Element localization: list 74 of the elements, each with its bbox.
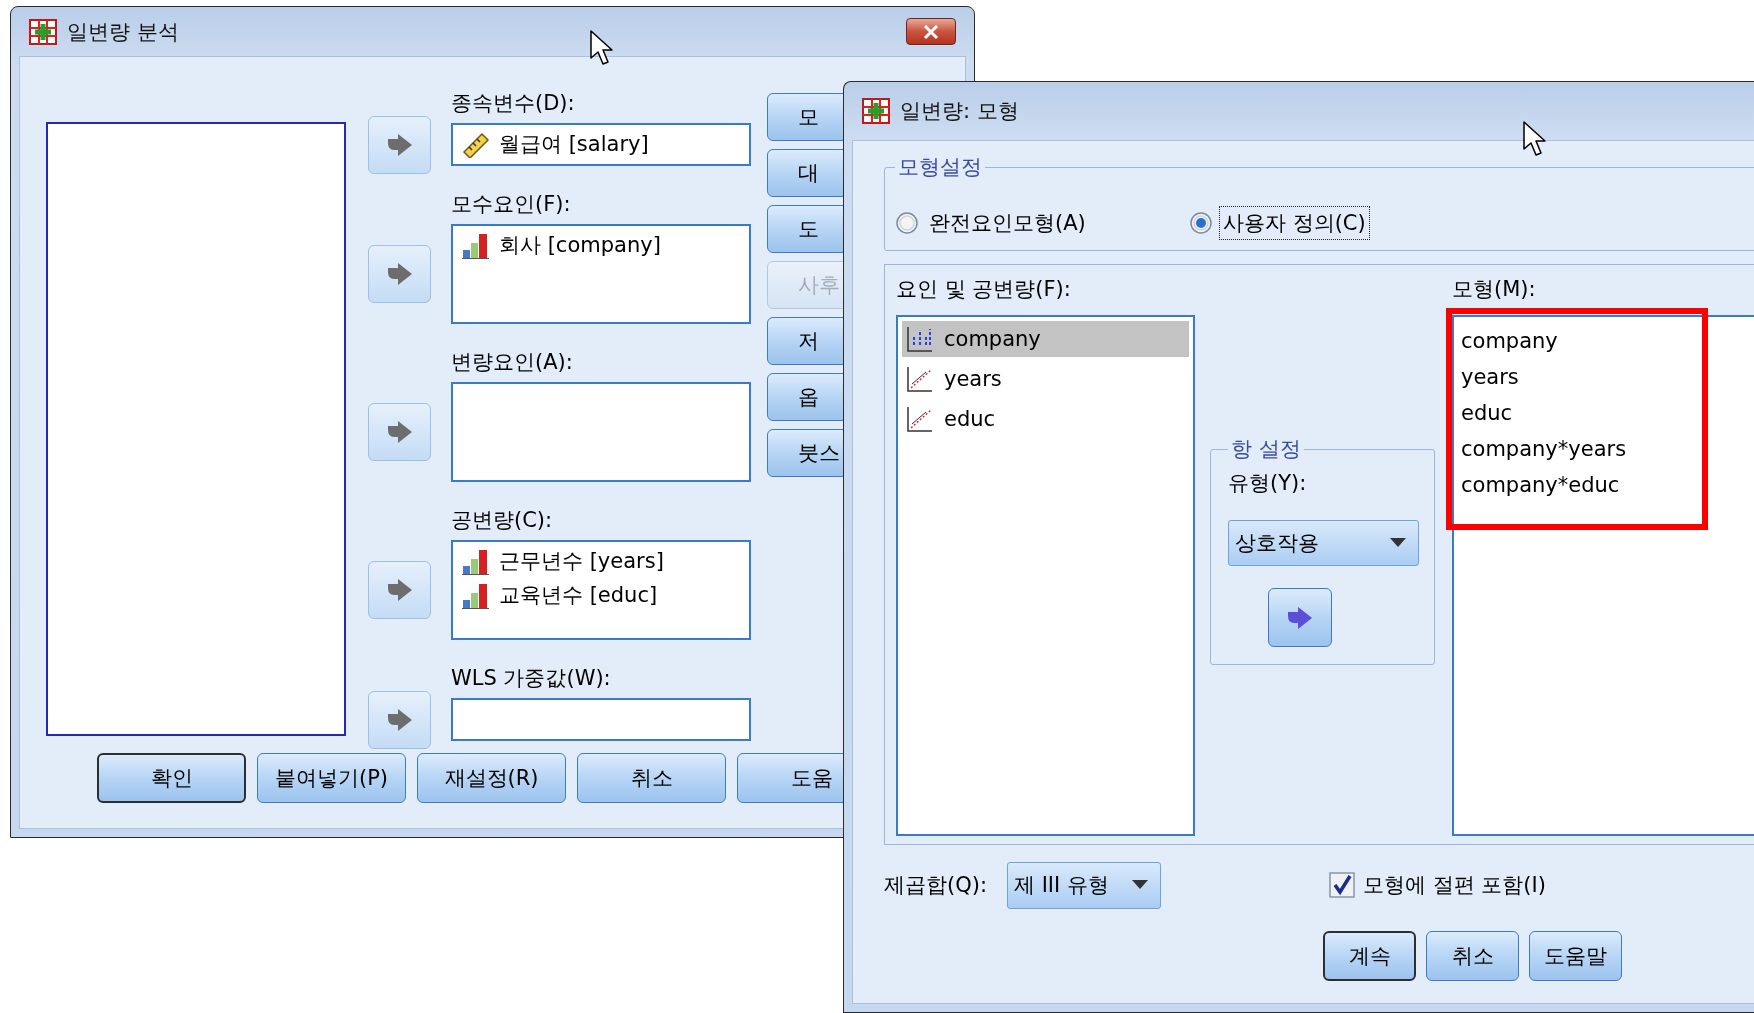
caret-icon [1390, 538, 1406, 548]
curved-arrow-icon [385, 132, 414, 157]
factor-list[interactable]: company years educ [896, 315, 1195, 836]
add-term-button[interactable] [1268, 588, 1332, 647]
radio-label[interactable]: 사용자 정의(C) [1219, 206, 1370, 240]
dialog-button[interactable]: 취소 [1426, 931, 1519, 981]
move-button[interactable] [368, 115, 431, 174]
list-label: 요인 및 공변량(F): [896, 276, 1072, 303]
variable-field[interactable] [451, 382, 751, 482]
list-item[interactable]: years [902, 361, 1189, 397]
close-icon [923, 24, 939, 39]
move-button[interactable] [368, 403, 431, 461]
dialog-button[interactable]: 계속 [1323, 931, 1416, 981]
dialog-button[interactable]: 확인 [97, 753, 246, 803]
ruler-icon [461, 130, 491, 158]
list-item[interactable]: educ [902, 401, 1189, 437]
list-item[interactable]: years [1461, 359, 1754, 395]
bar-chart-icon [461, 547, 491, 575]
radio-button[interactable] [1189, 211, 1213, 235]
curved-arrow-icon [385, 420, 414, 444]
variable-field[interactable]: 회사 [company] [451, 224, 751, 324]
checkbox-label[interactable]: 모형에 절편 포함(I) [1363, 871, 1546, 899]
caret-icon [1132, 880, 1148, 890]
radio-label[interactable]: 완전요인모형(A) [925, 206, 1090, 240]
dialog-button[interactable]: 붙여넣기(P) [257, 753, 406, 803]
curved-arrow-icon [385, 707, 414, 732]
bar-chart-icon [906, 325, 934, 353]
field-label: 유형(Y): [1228, 470, 1308, 497]
type-dropdown[interactable]: 상호작용 [1228, 520, 1419, 566]
list-item[interactable]: educ [1461, 395, 1754, 431]
mouse-pointer-icon [1523, 121, 1547, 157]
variable-item[interactable]: 회사 [company] [499, 231, 661, 259]
variable-item[interactable]: 교육년수 [educ] [499, 581, 658, 609]
field-label: 모수요인(F): [451, 191, 572, 218]
grid-plus-icon [862, 98, 890, 124]
field-label: 종속변수(D): [451, 90, 576, 117]
bar-chart-icon [461, 231, 491, 259]
field-label: 제곱합(Q): [884, 872, 988, 899]
variable-item[interactable]: 월급여 [salary] [499, 130, 649, 158]
curved-arrow-icon [385, 578, 414, 602]
variable-field[interactable] [451, 698, 751, 741]
grid-plus-icon [29, 18, 57, 45]
dialog-button[interactable]: 도움말 [1529, 931, 1622, 981]
mouse-pointer-icon [590, 30, 614, 66]
move-button[interactable] [368, 690, 431, 749]
group-title: 항 설정 [1230, 436, 1302, 463]
move-button[interactable] [368, 561, 431, 619]
list-item[interactable]: company*years [1461, 431, 1754, 467]
variable-field[interactable]: 근무년수 [years] 교육년수 [educ] [451, 540, 751, 640]
variable-field[interactable]: 월급여 [salary] [451, 123, 751, 166]
window-title: 일변량 분석 [67, 18, 179, 46]
group-title: 모형설정 [897, 154, 983, 181]
model-list[interactable]: company years educ company*years company*educ [1452, 315, 1754, 836]
variable-item[interactable]: 근무년수 [years] [499, 547, 664, 575]
close-button[interactable] [906, 18, 956, 45]
curved-arrow-icon [1286, 605, 1314, 630]
move-button[interactable] [368, 245, 431, 303]
field-label: 변량요인(A): [451, 349, 574, 376]
sum-of-squares-dropdown[interactable]: 제 III 유형 [1007, 861, 1161, 909]
list-item[interactable]: company [1461, 323, 1754, 359]
dialog-button[interactable]: 취소 [577, 753, 726, 803]
list-item[interactable]: company [902, 321, 1189, 357]
curved-arrow-icon [385, 262, 414, 286]
bar-chart-icon [461, 581, 491, 609]
checkbox[interactable] [1329, 872, 1355, 898]
field-label: WLS 가중값(W): [451, 665, 612, 692]
window-title: 일변량: 모형 [900, 98, 1019, 125]
dialog-button[interactable]: 재설정(R) [417, 753, 566, 803]
list-item[interactable]: company*educ [1461, 467, 1754, 503]
line-chart-icon [906, 405, 934, 433]
list-label: 모형(M): [1452, 276, 1537, 303]
line-chart-icon [906, 365, 934, 393]
radio-button[interactable] [895, 211, 919, 235]
field-label: 공변량(C): [451, 507, 554, 534]
